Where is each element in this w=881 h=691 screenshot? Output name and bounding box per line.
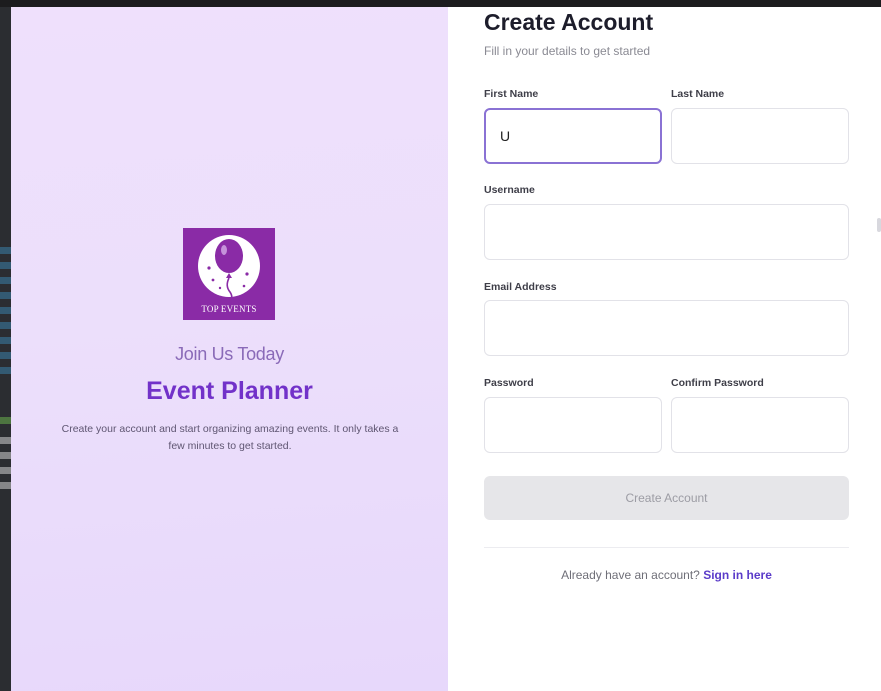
first-name-input[interactable]: [484, 108, 662, 164]
email-label: Email Address: [484, 281, 557, 293]
signup-form-panel: Create Account Fill in your details to g…: [448, 7, 881, 691]
confirm-password-label: Confirm Password: [671, 377, 764, 389]
logo-text: TOP EVENTS: [201, 304, 257, 314]
form-subtitle: Fill in your details to get started: [484, 44, 651, 58]
logo: TOP EVENTS: [183, 228, 275, 320]
password-input[interactable]: [484, 397, 662, 453]
username-input[interactable]: [484, 204, 849, 260]
confirm-password-input[interactable]: [671, 397, 849, 453]
email-input[interactable]: [484, 300, 849, 356]
brand-description: Create your account and start organizing…: [61, 423, 399, 452]
create-account-button[interactable]: Create Account: [484, 476, 849, 520]
divider: [484, 547, 849, 548]
last-name-input[interactable]: [671, 108, 849, 164]
window-top-strip: [0, 0, 881, 7]
brand-panel: TOP EVENTS Join Us Today Event Planner C…: [11, 7, 448, 691]
brand-title: Event Planner: [146, 377, 313, 405]
signin-prompt: Already have an account?: [561, 568, 700, 582]
tagline: Join Us Today: [175, 344, 284, 364]
scrollbar-thumb[interactable]: [877, 218, 881, 232]
background-editor-strip: [0, 7, 11, 691]
password-label: Password: [484, 377, 534, 389]
first-name-label: First Name: [484, 88, 539, 100]
form-title: Create Account: [484, 9, 654, 35]
last-name-label: Last Name: [671, 88, 725, 100]
signin-link[interactable]: Sign in here: [703, 568, 772, 582]
signin-row: Already have an account? Sign in here: [484, 568, 849, 582]
username-label: Username: [484, 184, 535, 196]
